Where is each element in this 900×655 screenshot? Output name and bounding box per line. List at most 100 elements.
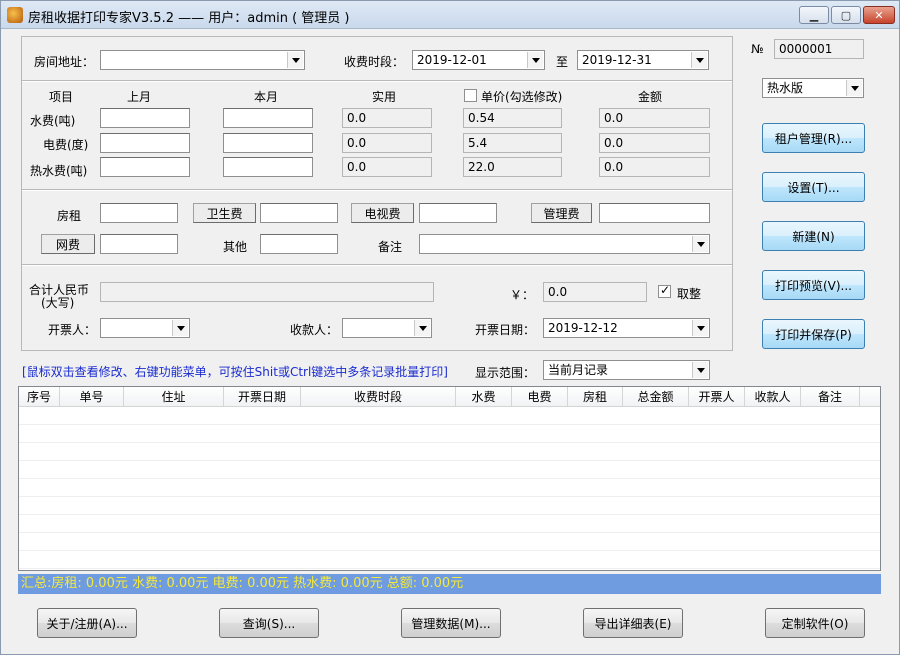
records-table[interactable]: 序号 单号 住址 开票日期 收费时段 水费 电费 房租 总金额 开票人 收款人 …	[18, 386, 881, 571]
electricity-label: 电费(度)	[43, 138, 89, 152]
electricity-current-input[interactable]	[223, 133, 313, 153]
management-input[interactable]	[599, 203, 710, 223]
col-amount-header: 金额	[638, 90, 663, 104]
hot-water-amount-field: 0.0	[599, 157, 710, 177]
column-header[interactable]: 收费时段	[301, 387, 456, 407]
custom-software-button[interactable]: 定制软件(O)	[765, 608, 865, 638]
dropdown-arrow-icon[interactable]	[692, 320, 708, 336]
rent-input[interactable]	[100, 203, 178, 223]
new-button[interactable]: 新建(N)	[762, 221, 865, 251]
column-header[interactable]: 房租	[568, 387, 623, 407]
dropdown-arrow-icon[interactable]	[846, 80, 862, 96]
template-select[interactable]: 热水版	[762, 78, 864, 98]
table-row[interactable]	[19, 425, 880, 443]
issuer-combo[interactable]	[100, 318, 190, 338]
title-bar[interactable]: 房租收据打印专家V3.5.2 —— 用户：admin ( 管理员 ) ▁ ▢ ✕	[1, 1, 899, 29]
dropdown-arrow-icon[interactable]	[692, 362, 708, 378]
round-checkbox[interactable]	[658, 283, 671, 298]
table-row[interactable]	[19, 443, 880, 461]
list-hint: [鼠标双击查看修改、右键功能菜单，可按住Shit或Ctrl键选中多条记录批量打印…	[22, 365, 448, 379]
query-button[interactable]: 查询(S)...	[219, 608, 319, 638]
period-to-label: 至	[556, 55, 569, 69]
app-icon	[7, 7, 23, 23]
receipt-form-panel	[21, 36, 733, 351]
dropdown-arrow-icon[interactable]	[414, 320, 430, 336]
dropdown-arrow-icon[interactable]	[527, 52, 543, 68]
settings-button[interactable]: 设置(T)...	[762, 172, 865, 202]
rmb-uppercase-sublabel: (大写)	[41, 296, 75, 310]
column-header[interactable]: 电费	[512, 387, 568, 407]
period-from-picker[interactable]: 2019-12-01	[412, 50, 545, 70]
address-combo[interactable]	[100, 50, 305, 70]
rent-label: 房租	[57, 209, 82, 223]
minimize-button[interactable]: ▁	[799, 6, 829, 24]
dropdown-arrow-icon[interactable]	[691, 52, 707, 68]
water-actual-field: 0.0	[342, 108, 432, 128]
divider	[22, 80, 732, 82]
table-row[interactable]	[19, 497, 880, 515]
sanitation-fee-button[interactable]: 卫生费	[193, 203, 256, 223]
period-label: 收费时段：	[344, 55, 405, 69]
issue-date-picker[interactable]: 2019-12-12	[543, 318, 710, 338]
maximize-button[interactable]: ▢	[831, 6, 861, 24]
column-header[interactable]: 备注	[801, 387, 860, 407]
print-and-save-button[interactable]: 打印并保存(P)	[762, 319, 865, 349]
tenant-management-button[interactable]: 租户管理(R)...	[762, 123, 865, 153]
yuan-total-field: 0.0	[543, 282, 647, 302]
period-to-picker[interactable]: 2019-12-31	[577, 50, 709, 70]
close-button[interactable]: ✕	[863, 6, 895, 24]
tv-fee-button[interactable]: 电视费	[351, 203, 414, 223]
water-last-input[interactable]	[100, 108, 190, 128]
hot-water-label: 热水费(吨)	[30, 164, 88, 178]
unit-price-edit-checkbox[interactable]	[464, 89, 477, 102]
table-row[interactable]	[19, 515, 880, 533]
remark-label: 备注	[378, 240, 403, 254]
dropdown-arrow-icon[interactable]	[287, 52, 303, 68]
table-row[interactable]	[19, 533, 880, 551]
table-row[interactable]	[19, 461, 880, 479]
electricity-actual-field: 0.0	[342, 133, 432, 153]
column-header[interactable]: 开票人	[689, 387, 745, 407]
water-price-field: 0.54	[463, 108, 562, 128]
remark-combo[interactable]	[419, 234, 710, 254]
column-header[interactable]: 序号	[19, 387, 60, 407]
dropdown-arrow-icon[interactable]	[172, 320, 188, 336]
network-fee-button[interactable]: 网费	[41, 234, 95, 254]
yuan-symbol-label: ￥：	[510, 288, 535, 302]
management-fee-button[interactable]: 管理费	[531, 203, 592, 223]
range-select[interactable]: 当前月记录	[543, 360, 710, 380]
about-register-button[interactable]: 关于/注册(A)...	[37, 608, 137, 638]
main-window: 房租收据打印专家V3.5.2 —— 用户：admin ( 管理员 ) ▁ ▢ ✕…	[0, 0, 900, 655]
column-header[interactable]: 水费	[456, 387, 512, 407]
column-header[interactable]: 收款人	[745, 387, 801, 407]
table-row[interactable]	[19, 551, 880, 569]
table-header: 序号 单号 住址 开票日期 收费时段 水费 电费 房租 总金额 开票人 收款人 …	[19, 387, 880, 407]
hot-water-last-input[interactable]	[100, 157, 190, 177]
tv-input[interactable]	[419, 203, 497, 223]
water-current-input[interactable]	[223, 108, 313, 128]
electricity-last-input[interactable]	[100, 133, 190, 153]
template-value: 热水版	[767, 81, 804, 95]
sanitation-input[interactable]	[260, 203, 338, 223]
export-detail-button[interactable]: 导出详细表(E)	[583, 608, 683, 638]
range-value: 当前月记录	[548, 363, 609, 377]
hot-water-current-input[interactable]	[223, 157, 313, 177]
table-row[interactable]	[19, 407, 880, 425]
network-input[interactable]	[100, 234, 178, 254]
electricity-amount-field: 0.0	[599, 133, 710, 153]
payee-combo[interactable]	[342, 318, 432, 338]
manage-data-button[interactable]: 管理数据(M)...	[401, 608, 501, 638]
print-preview-button[interactable]: 打印预览(V)...	[762, 270, 865, 300]
col-this-month-header: 本月	[254, 90, 279, 104]
column-header[interactable]: 开票日期	[224, 387, 301, 407]
column-header[interactable]: 总金额	[623, 387, 689, 407]
column-header[interactable]: 单号	[60, 387, 124, 407]
range-label: 显示范围：	[475, 366, 536, 380]
column-header[interactable]: 住址	[124, 387, 224, 407]
table-row[interactable]	[19, 479, 880, 497]
water-label: 水费(吨)	[30, 114, 76, 128]
dropdown-arrow-icon[interactable]	[692, 236, 708, 252]
other-input[interactable]	[260, 234, 338, 254]
receipt-no-label: №	[751, 42, 764, 56]
summary-bar: 汇总:房租: 0.00元 水费: 0.00元 电费: 0.00元 热水费: 0.…	[18, 574, 881, 594]
